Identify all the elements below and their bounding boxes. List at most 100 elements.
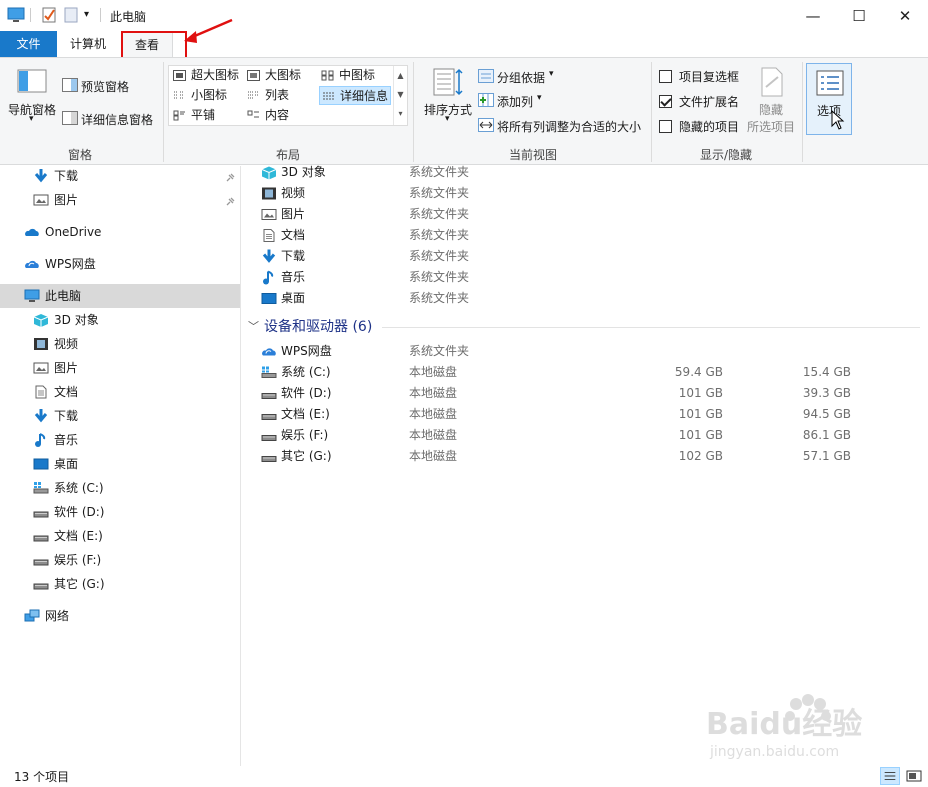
system-drive-icon — [261, 366, 277, 378]
group-by-button[interactable]: 分组依据 — [497, 69, 545, 86]
total-size: 59.4 GB — [674, 365, 723, 379]
pictures-icon — [33, 194, 49, 206]
size-all-columns-button[interactable]: 将所有列调整为合适的大小 — [497, 118, 641, 135]
customize-toolbar-icon[interactable]: ▾ — [84, 9, 89, 20]
small-icons-icon — [174, 91, 183, 99]
folder-row[interactable]: 图片 系统文件夹 — [242, 204, 928, 225]
layout-extra-large-icons[interactable]: 超大图标 — [171, 66, 239, 85]
nav-label: 下载 — [54, 409, 79, 423]
close-button[interactable]: ✕ — [882, 0, 928, 31]
collapse-group-icon[interactable]: ﹀ — [248, 318, 259, 334]
expand-gallery-icon[interactable]: ▾ — [394, 104, 407, 123]
total-size: 101 GB — [678, 407, 723, 421]
layout-label: 详细信息 — [340, 89, 389, 103]
layout-medium-icons[interactable]: 中图标 — [319, 66, 375, 85]
drive-icon — [33, 511, 49, 518]
new-folder-icon[interactable] — [62, 6, 80, 24]
layout-details[interactable]: 详细信息 — [319, 86, 391, 105]
device-row[interactable]: WPS网盘 系统文件夹 — [242, 341, 928, 362]
layout-content[interactable]: 内容 — [245, 106, 289, 125]
computer-icon[interactable] — [7, 6, 25, 24]
drive-icon — [33, 583, 49, 590]
nav-label: OneDrive — [45, 225, 102, 239]
options-button[interactable]: 选项 — [806, 63, 852, 135]
details-pane-icon — [62, 111, 78, 125]
pin-icon[interactable] — [226, 173, 235, 182]
nav-label: 网络 — [45, 609, 70, 623]
content-view-icon — [247, 110, 259, 118]
nav-label: 视频 — [54, 337, 79, 351]
layout-small-icons[interactable]: 小图标 — [171, 86, 227, 105]
item-name: 系统 (C:) — [281, 365, 331, 379]
item-type: 系统文件夹 — [409, 270, 470, 284]
item-type: 系统文件夹 — [409, 291, 470, 305]
drive-icon — [33, 535, 49, 542]
hide-selected-line2[interactable]: 所选项目 — [747, 118, 795, 135]
video-icon — [262, 187, 276, 200]
layout-tiles[interactable]: 平铺 — [171, 106, 215, 125]
free-space: 86.1 GB — [802, 428, 851, 442]
group-by-dropdown-icon[interactable]: ▾ — [549, 69, 554, 79]
desktop-icon — [33, 458, 49, 470]
item-name: WPS网盘 — [281, 344, 332, 358]
group-divider — [163, 62, 164, 162]
file-extensions-checkbox[interactable] — [659, 95, 672, 108]
pin-icon[interactable] — [226, 197, 235, 206]
file-extensions-label: 文件扩展名 — [679, 95, 740, 109]
nav-label: 桌面 — [54, 457, 79, 471]
navigation-pane-icon[interactable] — [17, 69, 47, 93]
details-pane-button[interactable]: 详细信息窗格 — [81, 111, 153, 128]
folder-row[interactable]: 文档 系统文件夹 — [242, 225, 928, 246]
layout-large-icons[interactable]: 大图标 — [245, 66, 301, 85]
device-row[interactable]: 文档 (E:) 本地磁盘 101 GB 94.5 GB — [242, 404, 928, 425]
scroll-up-icon[interactable]: ▲ — [394, 66, 407, 85]
item-name: 其它 (G:) — [281, 449, 332, 463]
properties-icon[interactable] — [40, 6, 58, 24]
show-hide-group-label: 显示/隐藏 — [700, 148, 753, 162]
tab-file[interactable]: 文件 — [0, 31, 57, 57]
device-row[interactable]: 系统 (C:) 本地磁盘 59.4 GB 15.4 GB — [242, 362, 928, 383]
folder-row[interactable]: 下载 系统文件夹 — [242, 246, 928, 267]
list-view-icon — [248, 91, 259, 99]
drive-icon — [261, 435, 277, 441]
folder-row[interactable]: 视频 系统文件夹 — [242, 183, 928, 204]
total-size: 101 GB — [678, 428, 723, 442]
hide-selected-line1[interactable]: 隐藏 — [759, 101, 783, 118]
sort-by-icon[interactable] — [433, 67, 463, 97]
devices-group-header[interactable]: 设备和驱动器 (6) — [264, 316, 372, 338]
device-row[interactable]: 软件 (D:) 本地磁盘 101 GB 39.3 GB — [242, 383, 928, 404]
scroll-down-icon[interactable]: ▼ — [394, 85, 407, 104]
details-view-toggle-icon[interactable] — [880, 767, 900, 785]
maximize-button[interactable]: ☐ — [836, 0, 882, 31]
sort-dropdown-icon[interactable]: ▾ — [445, 114, 450, 124]
nav-pane-dropdown-icon[interactable]: ▾ — [29, 114, 34, 124]
minimize-button[interactable]: — — [790, 0, 836, 31]
hidden-items-label: 隐藏的项目 — [679, 120, 740, 134]
mouse-cursor-icon — [831, 110, 845, 130]
folder-row[interactable]: 3D 对象 系统文件夹 — [242, 162, 928, 183]
wps-cloud-icon — [262, 348, 276, 356]
preview-pane-button[interactable]: 预览窗格 — [81, 78, 129, 95]
item-checkboxes-checkbox[interactable] — [659, 70, 672, 83]
device-row[interactable]: 娱乐 (F:) 本地磁盘 101 GB 86.1 GB — [242, 425, 928, 446]
drive-icon — [261, 414, 277, 420]
documents-icon — [35, 385, 47, 399]
layout-label: 大图标 — [265, 68, 302, 82]
folder-row[interactable]: 桌面 系统文件夹 — [242, 288, 928, 309]
add-columns-button[interactable]: 添加列 — [497, 93, 533, 110]
large-icons-toggle-icon[interactable] — [904, 767, 924, 785]
navigation-pane: 下载 图片 OneDrive WPS网盘 此电脑 3D 对象 视频 图片 文档 下载 音乐… — [0, 166, 241, 766]
toolbar-divider — [100, 8, 101, 22]
item-type: 系统文件夹 — [409, 165, 470, 179]
wps-cloud-icon — [25, 260, 39, 268]
group-divider-line — [382, 327, 920, 328]
layout-label: 平铺 — [191, 108, 216, 122]
layout-scroll[interactable]: ▲ ▼ ▾ — [393, 66, 407, 125]
hidden-items-checkbox[interactable] — [659, 120, 672, 133]
add-columns-dropdown-icon[interactable]: ▾ — [537, 93, 542, 103]
device-row[interactable]: 其它 (G:) 本地磁盘 102 GB 57.1 GB — [242, 446, 928, 467]
tab-computer[interactable]: 计算机 — [60, 31, 116, 57]
tab-view[interactable]: 查看 — [121, 31, 173, 58]
folder-row[interactable]: 音乐 系统文件夹 — [242, 267, 928, 288]
layout-list[interactable]: 列表 — [245, 86, 289, 105]
